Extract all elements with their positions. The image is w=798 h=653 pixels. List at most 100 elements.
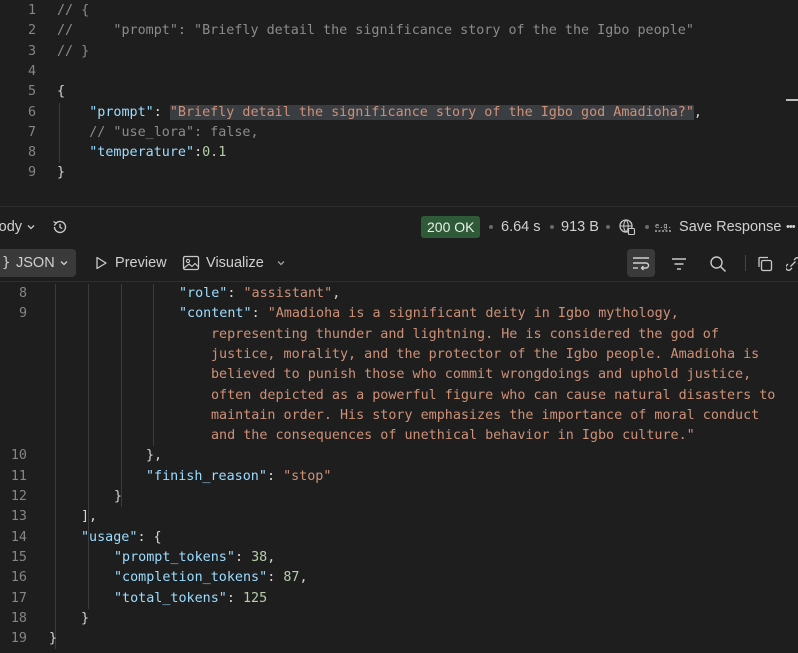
line-number: 6: [27, 104, 36, 120]
code-token: often depicted as a powerful figure who …: [211, 387, 776, 403]
json-label: JSON: [16, 255, 55, 271]
code-token: :: [251, 306, 268, 322]
code-token: ,: [332, 286, 341, 301]
code-token: maintain order. His story emphasizes the…: [211, 407, 760, 423]
line-number: 18: [10, 610, 27, 626]
code-token: "completion_tokens": [114, 570, 268, 586]
code-text: // "use_lora": false,: [57, 123, 259, 143]
code-token: // }: [57, 43, 90, 59]
play-icon: [96, 257, 107, 270]
network-button[interactable]: [618, 207, 636, 247]
json-format-dropdown[interactable]: } JSON: [0, 249, 76, 277]
body-dropdown[interactable]: Body: [0, 207, 36, 247]
wrap-lines-button[interactable]: [627, 249, 655, 277]
code-token: "stop": [283, 468, 332, 484]
line-number: 8: [18, 286, 27, 301]
code-text: ],: [81, 507, 97, 527]
code-text: "finish_reason": "stop": [146, 467, 331, 487]
filter-button[interactable]: [670, 248, 688, 280]
code-token: }: [49, 631, 58, 647]
braces-icon: }: [2, 255, 11, 271]
code-token: "role": [179, 286, 228, 301]
status-badge: 200 OK: [421, 216, 481, 238]
code-token: :: [266, 468, 284, 484]
save-response-label: Save Response: [679, 219, 782, 235]
code-token: "temperature": [89, 145, 195, 161]
code-token: "Briefly detail the significance story o…: [169, 104, 694, 120]
line-number: 15: [10, 549, 27, 565]
line-number: 4: [27, 63, 36, 79]
code-token: "assistant": [243, 286, 333, 301]
search-button[interactable]: [709, 248, 727, 280]
code-token: "content": [179, 306, 252, 322]
code-token: "finish_reason": [146, 468, 267, 484]
code-text: believed to punish those who commit wron…: [211, 365, 751, 385]
code-text: "completion_tokens": 87,: [114, 568, 308, 588]
code-text: and the consequences of unethical behavi…: [211, 426, 695, 446]
code-token: },: [146, 448, 163, 464]
line-number: 3: [27, 43, 36, 59]
history-button[interactable]: [51, 207, 69, 247]
separator-dot: [645, 225, 649, 229]
code-token: "usage": [81, 529, 138, 545]
indent-guide: [55, 284, 56, 650]
copy-button[interactable]: [756, 248, 774, 280]
code-token: :: [226, 590, 243, 606]
line-number: 9: [18, 306, 27, 322]
code-text: }: [57, 163, 65, 183]
code-token: "prompt_tokens": [114, 549, 235, 565]
visualize-tab[interactable]: Visualize: [182, 247, 264, 279]
search-icon: [710, 256, 727, 273]
save-response-button[interactable]: e.g. Save Response: [654, 207, 781, 247]
code-text: // {: [57, 1, 89, 21]
response-toolbar: } JSON Preview Visualize: [0, 247, 798, 281]
code-token: // "prompt": "Briefly detail the signifi…: [57, 23, 694, 39]
chevron-down-icon: [277, 261, 285, 266]
line-number: 11: [10, 468, 27, 484]
code-text: // }: [57, 42, 89, 62]
network-icon: [619, 219, 636, 236]
code-token: believed to punish those who commit wron…: [211, 367, 752, 383]
indent-guide: [153, 284, 154, 447]
separator-dot: [606, 225, 610, 229]
code-text: "usage": {: [81, 528, 162, 548]
more-options-button[interactable]: •••: [786, 207, 796, 247]
preview-tab[interactable]: Preview: [93, 247, 167, 279]
request-body-editor[interactable]: 1 // {2 // "prompt": "Briefly detail the s…: [0, 0, 798, 206]
visualize-label: Visualize: [206, 255, 264, 271]
code-token: {: [57, 84, 66, 100]
filter-icon: [672, 258, 686, 270]
response-body[interactable]: 8 "role": "assistant", 9 "content": "Amadio…: [0, 282, 798, 653]
response-size: 913 B: [561, 219, 599, 235]
visualize-dropdown-button[interactable]: [276, 247, 286, 279]
code-token: and the consequences of unethical behavi…: [211, 428, 695, 444]
code-token: ,: [267, 549, 276, 565]
chevron-down-icon: [60, 261, 68, 266]
image-icon: [182, 256, 200, 271]
code-token: :: [153, 104, 170, 120]
line-number: 2: [27, 23, 36, 39]
preview-label: Preview: [115, 255, 167, 271]
code-text: "total_tokens": 125: [114, 589, 267, 609]
link-icon: [785, 257, 798, 272]
line-number: 19: [10, 631, 27, 647]
code-token: // "use_lora": false,: [89, 124, 259, 140]
code-token: representing thunder and lightning. He i…: [211, 326, 719, 342]
code-token: justice, morality, and the protector of …: [211, 346, 760, 362]
code-text: }: [49, 629, 57, 649]
line-number: 12: [10, 489, 27, 504]
wrap-lines-icon: [633, 257, 650, 271]
code-token: }: [57, 165, 66, 181]
code-text: "content": "Amadioha is a significant de…: [179, 304, 679, 324]
code-token: }: [114, 489, 123, 504]
code-text: {: [57, 82, 65, 102]
indent-guide: [59, 102, 60, 164]
code-token: ],: [81, 509, 98, 525]
editor-scroll-marker[interactable]: [786, 99, 798, 101]
link-button[interactable]: [785, 248, 798, 280]
indent-guide: [88, 284, 89, 609]
code-text: }: [81, 609, 89, 629]
separator-dot: [550, 225, 554, 229]
